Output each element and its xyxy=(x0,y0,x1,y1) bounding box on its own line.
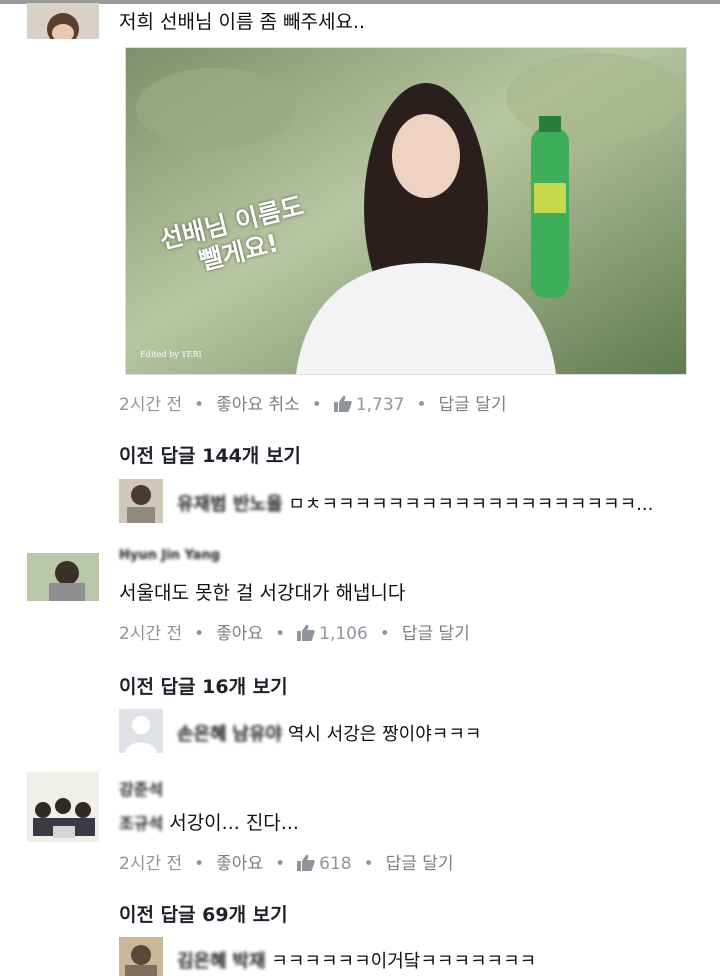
reply-avatar[interactable] xyxy=(119,937,163,976)
commenter-avatar[interactable] xyxy=(27,772,99,842)
reply-text: 역시 서강은 짱이야ㅋㅋㅋ xyxy=(287,724,482,745)
commenter-avatar[interactable] xyxy=(27,3,99,39)
comment-photo[interactable]: 선배님 이름도 뺄게요! Edited by YERI xyxy=(125,47,687,375)
view-previous-replies[interactable]: 이전 답글 16개 보기 xyxy=(119,672,288,699)
reply-author[interactable]: 유재범 반노을 xyxy=(177,490,283,516)
reply-mention[interactable]: 남유야 xyxy=(232,720,282,746)
reply-button[interactable]: 답글 달기 xyxy=(386,854,454,874)
like-count: 1,737 xyxy=(333,395,404,415)
thumbs-up-icon xyxy=(333,395,352,412)
like-count: 1,106 xyxy=(297,624,368,644)
comment-author[interactable]: 강준석 xyxy=(119,776,163,800)
like-count: 618 xyxy=(297,854,352,874)
view-previous-replies[interactable]: 이전 답글 69개 보기 xyxy=(119,900,288,927)
view-previous-replies[interactable]: 이전 답글 144개 보기 xyxy=(119,441,301,468)
reply-author[interactable]: 김은혜 xyxy=(177,947,227,973)
photo-credit: Edited by YERI xyxy=(140,350,202,359)
comment-text: 서강이... 진다... xyxy=(169,812,299,834)
top-divider xyxy=(0,0,720,4)
commenter-avatar[interactable] xyxy=(27,553,99,601)
reply-avatar[interactable] xyxy=(119,709,163,753)
reply-author[interactable]: 손은혜 xyxy=(177,720,227,746)
reply-preview[interactable]: 김은혜 박재 ㅋㅋㅋㅋㅋㅋ이거닼ㅋㅋㅋㅋㅋㅋㅋ xyxy=(177,947,536,973)
reply-preview[interactable]: 유재범 반노을 ㅁㅊㅋㅋㅋㅋㅋㅋㅋㅋㅋㅋㅋㅋㅋㅋㅋㅋㅋㅋㅋ... xyxy=(177,490,653,516)
unlike-button[interactable]: 좋아요 취소 xyxy=(216,395,300,415)
reply-preview[interactable]: 손은혜 남유야 역시 서강은 짱이야ㅋㅋㅋ xyxy=(177,720,481,746)
like-button[interactable]: 좋아요 xyxy=(216,624,263,644)
timestamp: 2시간 전 xyxy=(119,395,183,415)
comment-meta: 2시간 전 • 좋아요 • 618 • 답글 달기 xyxy=(119,854,454,874)
reply-button[interactable]: 답글 달기 xyxy=(402,624,470,644)
comment-meta: 2시간 전 • 좋아요 • 1,106 • 답글 달기 xyxy=(119,624,470,644)
reply-button[interactable]: 답글 달기 xyxy=(439,395,507,415)
reply-text: ㅋㅋㅋㅋㅋㅋ이거닼ㅋㅋㅋㅋㅋㅋㅋ xyxy=(271,951,537,972)
comment-text-line: 조규석 서강이... 진다... xyxy=(119,808,299,835)
thumbs-up-icon xyxy=(297,624,315,641)
comment-text: 서울대도 못한 걸 서강대가 해냅니다 xyxy=(119,582,406,604)
comment-author[interactable]: Hyun Jin Yang xyxy=(119,548,220,563)
timestamp: 2시간 전 xyxy=(119,624,183,644)
mention-tag[interactable]: 조규석 xyxy=(119,810,163,834)
timestamp: 2시간 전 xyxy=(119,854,183,874)
like-button[interactable]: 좋아요 xyxy=(216,854,263,874)
reply-avatar[interactable] xyxy=(119,479,163,523)
thumbs-up-icon xyxy=(297,854,315,871)
reply-text: ㅁㅊㅋㅋㅋㅋㅋㅋㅋㅋㅋㅋㅋㅋㅋㅋㅋㅋㅋㅋㅋ... xyxy=(288,494,654,515)
comment-text: 저희 선배님 이름 좀 빼주세요.. xyxy=(119,11,365,33)
comment-meta: 2시간 전 • 좋아요 취소 • 1,737 • 답글 달기 xyxy=(119,395,507,415)
reply-mention[interactable]: 박재 xyxy=(232,947,265,973)
